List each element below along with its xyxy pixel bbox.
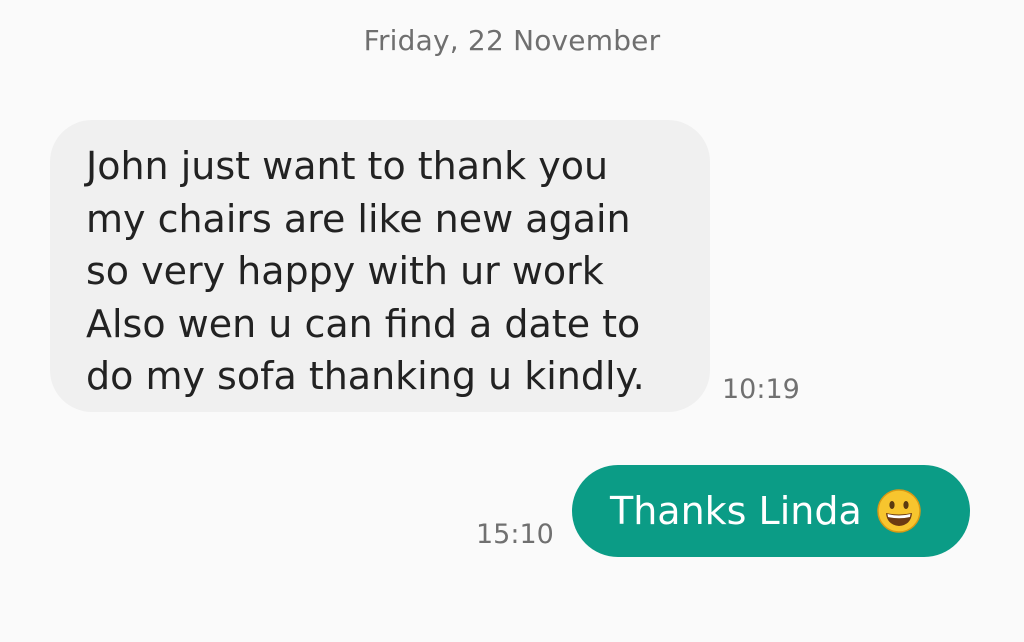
message-line: Also wen u can find a date to <box>86 301 641 346</box>
incoming-message-time: 10:19 <box>722 374 800 405</box>
date-header: Friday, 22 November <box>363 24 661 57</box>
outgoing-message-text: Thanks Linda <box>610 489 862 533</box>
outgoing-message-time: 15:10 <box>476 519 554 550</box>
message-line: do my sofa thanking u kindly. <box>86 354 645 398</box>
incoming-message-bubble[interactable]: John just want to thank you my chairs ar… <box>50 120 710 412</box>
grinning-face-icon <box>876 488 922 534</box>
message-line: so very happy with ur work <box>86 249 604 293</box>
outgoing-message-bubble[interactable]: Thanks Linda <box>572 465 970 557</box>
message-line: my chairs are like new again <box>86 196 631 241</box>
message-line: John just want to thank you <box>86 144 609 188</box>
